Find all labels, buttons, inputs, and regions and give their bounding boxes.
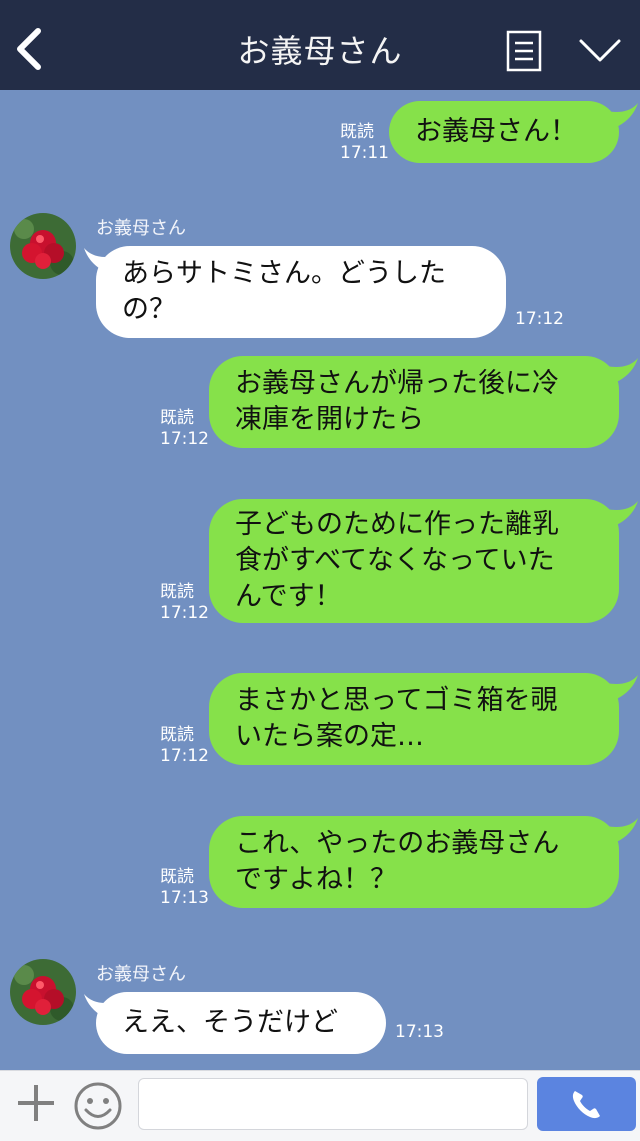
- avatar[interactable]: [10, 959, 76, 1025]
- message-line: お義母さん！: [415, 116, 577, 147]
- message-input[interactable]: [138, 1078, 528, 1130]
- avatar[interactable]: [10, 213, 76, 279]
- bubble-tail: [606, 103, 638, 129]
- bubble-tail: [606, 358, 638, 384]
- bubble-tail: [606, 675, 638, 701]
- read-receipt: 既読 17:12: [160, 582, 209, 623]
- my-message-bubble[interactable]: お義母さんが帰った後に冷 凍庫を開けたら: [209, 356, 619, 448]
- phone-icon: [572, 1091, 600, 1119]
- read-receipt: 既読 17:11: [340, 122, 389, 163]
- smiley-icon[interactable]: [73, 1081, 123, 1131]
- read-receipt: 既読 17:12: [160, 725, 209, 766]
- message-line: 凍庫を開けたら: [235, 404, 424, 435]
- message-line: 子どものために作った離乳: [235, 509, 559, 540]
- message-line: 食がすべてなくなっていた: [235, 545, 555, 576]
- read-receipt: 既読 17:12: [160, 408, 209, 449]
- message-line: まさかと思ってゴミ箱を覗: [235, 685, 558, 716]
- sender-name: お義母さん: [96, 218, 186, 239]
- message-time: 17:13: [395, 1022, 444, 1042]
- call-button[interactable]: [537, 1077, 636, 1131]
- my-message-bubble[interactable]: これ、やったのお義母さん ですよね！？: [209, 816, 619, 908]
- chat-title: お義母さん: [237, 32, 403, 70]
- message-time: 17:12: [515, 309, 564, 329]
- message-line: ええ、そうだけど: [122, 1007, 338, 1038]
- message-line: んです！: [235, 581, 342, 612]
- bubble-tail: [606, 818, 638, 844]
- message-line: これ、やったのお義母さん: [235, 828, 560, 859]
- bubble-tail: [606, 501, 638, 527]
- my-message-bubble[interactable]: お義母さん！: [389, 101, 619, 163]
- plus-icon[interactable]: [14, 1081, 58, 1125]
- message-line: ですよね！？: [235, 864, 397, 895]
- message-line: お義母さんが帰った後に冷: [235, 368, 559, 399]
- menu-icon[interactable]: [506, 30, 542, 72]
- message-line: の？: [122, 294, 176, 325]
- message-line: いたら案の定…: [235, 721, 424, 752]
- other-message-bubble[interactable]: あらサトミさん。どうした の？: [96, 246, 506, 338]
- message-line: あらサトミさん。どうした: [122, 258, 446, 289]
- sender-name: お義母さん: [96, 964, 186, 985]
- read-receipt: 既読 17:13: [160, 867, 209, 908]
- other-message-bubble[interactable]: ええ、そうだけど: [96, 992, 386, 1054]
- input-bar: [0, 1070, 640, 1141]
- my-message-bubble[interactable]: まさかと思ってゴミ箱を覗 いたら案の定…: [209, 673, 619, 765]
- chat-header: お義母さん: [0, 0, 640, 90]
- chevron-down-icon[interactable]: [578, 36, 622, 66]
- my-message-bubble[interactable]: 子どものために作った離乳 食がすべてなくなっていた んです！: [209, 499, 619, 623]
